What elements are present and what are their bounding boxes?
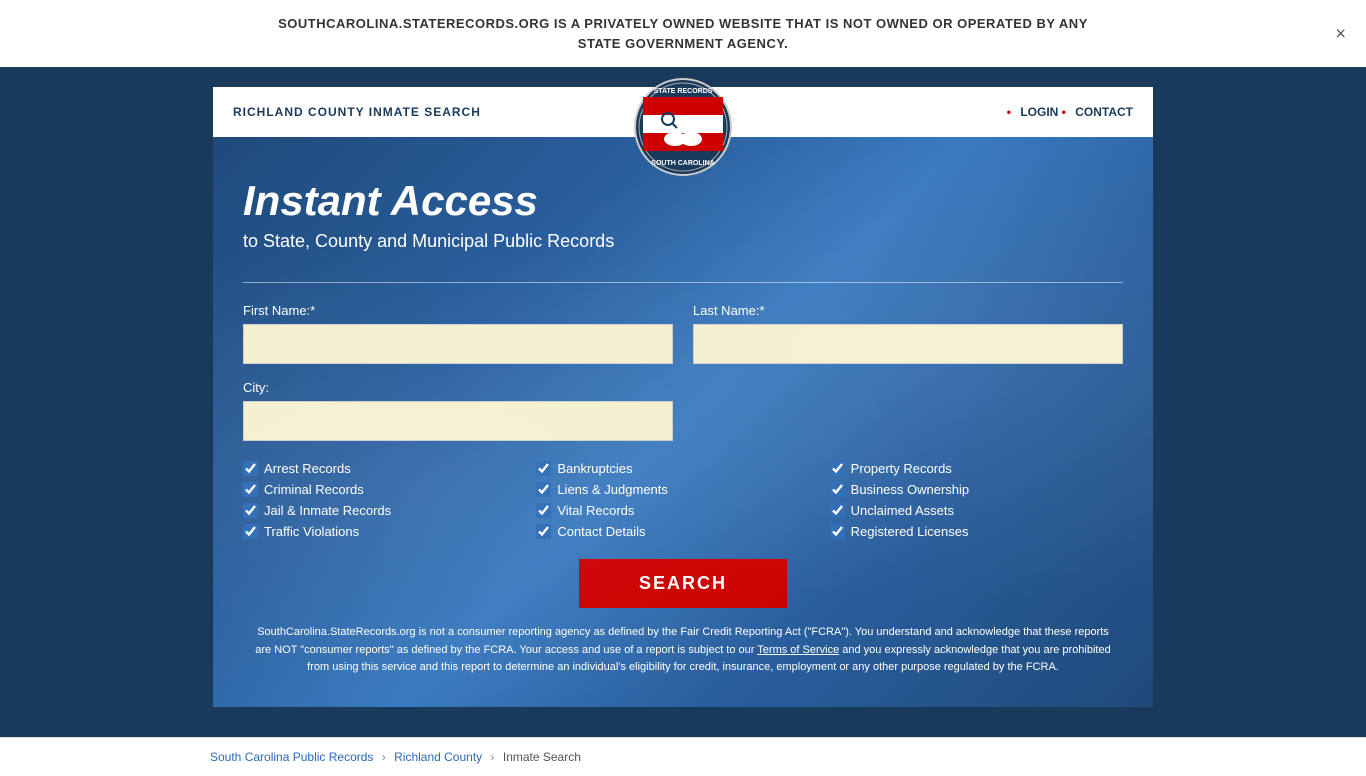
checkbox-col-3: Property Records Business Ownership Uncl… xyxy=(830,461,1123,539)
name-row: First Name:* Last Name:* xyxy=(243,303,1123,364)
first-name-label: First Name:* xyxy=(243,303,673,318)
main-background: RICHLAND COUNTY INMATE SEARCH xyxy=(0,67,1366,737)
breadcrumb-richland-county[interactable]: Richland County xyxy=(394,750,482,764)
list-item: Registered Licenses xyxy=(830,524,1123,539)
list-item: Liens & Judgments xyxy=(536,482,829,497)
contact-link[interactable]: CONTACT xyxy=(1075,105,1133,119)
list-item: Property Records xyxy=(830,461,1123,476)
arrest-records-checkbox[interactable] xyxy=(243,461,258,476)
banner-close-button[interactable]: × xyxy=(1335,23,1346,44)
property-records-label: Property Records xyxy=(851,461,952,476)
last-name-input[interactable] xyxy=(693,324,1123,364)
search-button-wrapper: SEARCH xyxy=(243,559,1123,608)
hero-heading: Instant Access xyxy=(243,177,1123,225)
breadcrumb-sep-2: › xyxy=(491,750,495,764)
arrest-records-label: Arrest Records xyxy=(264,461,351,476)
liens-judgments-checkbox[interactable] xyxy=(536,482,551,497)
hero-subheading: to State, County and Municipal Public Re… xyxy=(243,231,1123,252)
svg-text:SOUTH CAROLINA: SOUTH CAROLINA xyxy=(651,160,714,167)
list-item: Criminal Records xyxy=(243,482,536,497)
nav-bullet-contact: • xyxy=(1062,105,1066,119)
bankruptcies-checkbox[interactable] xyxy=(536,461,551,476)
nav-bullet-login: • xyxy=(1007,105,1011,119)
card-header: RICHLAND COUNTY INMATE SEARCH xyxy=(213,87,1153,137)
bankruptcies-label: Bankruptcies xyxy=(557,461,632,476)
last-name-label: Last Name:* xyxy=(693,303,1123,318)
terms-of-service-link[interactable]: Terms of Service xyxy=(757,644,839,656)
breadcrumb-current: Inmate Search xyxy=(503,750,581,764)
city-group: City: xyxy=(243,380,673,441)
svg-text:STATE RECORDS: STATE RECORDS xyxy=(654,88,713,95)
search-button[interactable]: SEARCH xyxy=(579,559,787,608)
list-item: Vital Records xyxy=(536,503,829,518)
list-item: Unclaimed Assets xyxy=(830,503,1123,518)
list-item: Jail & Inmate Records xyxy=(243,503,536,518)
registered-licenses-label: Registered Licenses xyxy=(851,524,969,539)
jail-inmate-records-label: Jail & Inmate Records xyxy=(264,503,391,518)
registered-licenses-checkbox[interactable] xyxy=(830,524,845,539)
criminal-records-checkbox[interactable] xyxy=(243,482,258,497)
contact-details-checkbox[interactable] xyxy=(536,524,551,539)
list-item: Business Ownership xyxy=(830,482,1123,497)
checkbox-col-2: Bankruptcies Liens & Judgments Vital Rec… xyxy=(536,461,829,539)
vital-records-checkbox[interactable] xyxy=(536,503,551,518)
first-name-group: First Name:* xyxy=(243,303,673,364)
breadcrumb-bar: South Carolina Public Records › Richland… xyxy=(0,737,1366,776)
list-item: Arrest Records xyxy=(243,461,536,476)
city-label: City: xyxy=(243,380,673,395)
unclaimed-assets-label: Unclaimed Assets xyxy=(851,503,954,518)
hero-section: Instant Access to State, County and Muni… xyxy=(213,137,1153,707)
traffic-violations-checkbox[interactable] xyxy=(243,524,258,539)
jail-inmate-records-checkbox[interactable] xyxy=(243,503,258,518)
checkboxes-area: Arrest Records Criminal Records Jail & I… xyxy=(243,461,1123,539)
banner-text: SOUTHCAROLINA.STATERECORDS.ORG IS A PRIV… xyxy=(278,16,1088,51)
city-row: City: xyxy=(243,380,1123,441)
site-logo: STATE RECORDS SOUTH CAROLINA xyxy=(633,77,733,177)
disclaimer-text: SouthCarolina.StateRecords.org is not a … xyxy=(243,624,1123,677)
vital-records-label: Vital Records xyxy=(557,503,634,518)
site-title: RICHLAND COUNTY INMATE SEARCH xyxy=(233,105,481,119)
breadcrumb-sc-public-records[interactable]: South Carolina Public Records xyxy=(210,750,373,764)
city-input[interactable] xyxy=(243,401,673,441)
login-link[interactable]: LOGIN xyxy=(1020,105,1058,119)
property-records-checkbox[interactable] xyxy=(830,461,845,476)
criminal-records-label: Criminal Records xyxy=(264,482,364,497)
logo-container: STATE RECORDS SOUTH CAROLINA xyxy=(633,77,733,182)
business-ownership-checkbox[interactable] xyxy=(830,482,845,497)
last-name-group: Last Name:* xyxy=(693,303,1123,364)
contact-details-label: Contact Details xyxy=(557,524,645,539)
breadcrumb-sep-1: › xyxy=(382,750,386,764)
traffic-violations-label: Traffic Violations xyxy=(264,524,359,539)
list-item: Contact Details xyxy=(536,524,829,539)
liens-judgments-label: Liens & Judgments xyxy=(557,482,668,497)
list-item: Bankruptcies xyxy=(536,461,829,476)
list-item: Traffic Violations xyxy=(243,524,536,539)
unclaimed-assets-checkbox[interactable] xyxy=(830,503,845,518)
business-ownership-label: Business Ownership xyxy=(851,482,970,497)
nav-links: • LOGIN • CONTACT xyxy=(1007,105,1133,119)
checkbox-col-1: Arrest Records Criminal Records Jail & I… xyxy=(243,461,536,539)
top-banner: SOUTHCAROLINA.STATERECORDS.ORG IS A PRIV… xyxy=(0,0,1366,67)
main-card: RICHLAND COUNTY INMATE SEARCH xyxy=(213,87,1153,707)
first-name-input[interactable] xyxy=(243,324,673,364)
divider xyxy=(243,282,1123,283)
